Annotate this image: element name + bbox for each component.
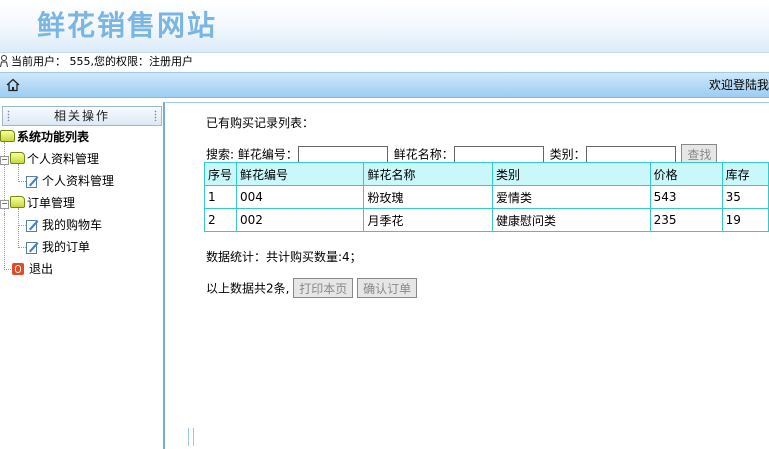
sidebar-item-label: 我的订单: [42, 240, 91, 254]
table-cell: 爱情类: [491, 185, 651, 209]
column-header: 鲜花编号: [235, 162, 365, 186]
tree-line: [18, 208, 19, 248]
divider: [166, 102, 769, 103]
tree-group-label: 订单管理: [27, 196, 76, 210]
search-bar: 搜索: 鲜花编号： 鲜花名称： 类别： 查找: [206, 144, 718, 164]
tree-line: [18, 225, 26, 226]
purchase-table: 序号 鲜花编号 鲜花名称 类别 价格 库存 1 004 粉玫瑰 爱情类 543 …: [204, 162, 769, 232]
scrollbar[interactable]: [188, 428, 194, 446]
tree-line: [4, 269, 11, 270]
edit-document-icon: [26, 220, 39, 232]
table-cell: 健康慰问类: [491, 208, 651, 232]
table-cell: 2: [204, 208, 237, 232]
grip-icon: [7, 110, 10, 121]
table-cell: 月季花: [363, 208, 493, 232]
tree-line: [18, 247, 26, 248]
collapse-icon[interactable]: −: [0, 156, 9, 165]
edit-document-icon: [26, 242, 39, 254]
grip-icon: [154, 110, 157, 121]
home-icon[interactable]: [6, 78, 20, 92]
print-button[interactable]: 打印本页: [293, 278, 354, 298]
flower-code-input[interactable]: [297, 145, 388, 163]
tree-group-label: 个人资料管理: [27, 152, 100, 166]
name-label: 鲜花名称：: [393, 147, 454, 162]
column-header: 库存: [721, 162, 769, 186]
table-row: 2 002 月季花 健康慰问类 235 19: [204, 208, 769, 232]
sidebar: 相关操作 系统功能列表 − 个人资料管理 个人资料管理 − 订单管理 我的购物车…: [0, 102, 165, 449]
tree-line: [4, 214, 5, 270]
sidebar-item-label: 个人资料管理: [42, 174, 115, 188]
table-cell: 004: [235, 185, 365, 209]
nav-bar: 欢迎登陆我: [0, 72, 769, 98]
tree-root-label: 系统功能列表: [17, 130, 90, 144]
column-header: 类别: [491, 162, 651, 186]
sidebar-item-label: 我的购物车: [42, 218, 103, 232]
folder-icon: [10, 152, 25, 164]
user-icon: [0, 55, 8, 68]
column-header: 序号: [204, 162, 237, 186]
panel-title: 相关操作: [53, 109, 110, 123]
folder-icon: [0, 130, 15, 142]
search-label: 搜索:: [206, 147, 235, 162]
collapse-icon[interactable]: −: [0, 200, 9, 209]
site-title: 鲜花销售网站: [37, 9, 218, 42]
tree-group-orders[interactable]: − 订单管理: [0, 194, 75, 212]
table-header-row: 序号 鲜花编号 鲜花名称 类别 价格 库存: [204, 162, 769, 186]
page-header: 鲜花销售网站: [0, 0, 769, 52]
sidebar-item-label: 退出: [29, 262, 54, 276]
sidebar-item-profile[interactable]: 个人资料管理: [26, 172, 114, 190]
list-title: 已有购买记录列表：: [206, 116, 315, 130]
table-cell: 1: [204, 185, 237, 209]
edit-document-icon: [26, 176, 39, 188]
folder-icon: [10, 196, 25, 208]
table-row: 1 004 粉玫瑰 爱情类 543 35: [204, 185, 769, 209]
type-label: 类别：: [549, 147, 586, 162]
power-icon: [12, 263, 24, 275]
table-cell: 543: [649, 185, 723, 209]
flower-type-input[interactable]: [585, 145, 676, 163]
welcome-text: 欢迎登陆我: [708, 78, 769, 92]
confirm-order-button[interactable]: 确认订单: [357, 278, 418, 298]
table-cell: 002: [235, 208, 365, 232]
code-label: 鲜花编号：: [237, 147, 298, 162]
user-info-bar: 当前用户： 555,您的权限：注册用户: [0, 52, 769, 71]
column-header: 鲜花名称: [363, 162, 493, 186]
user-info-text: 当前用户： 555,您的权限：注册用户: [11, 55, 193, 68]
flower-name-input[interactable]: [453, 145, 544, 163]
table-cell: 35: [721, 185, 769, 209]
table-cell: 235: [649, 208, 723, 232]
table-cell: 粉玫瑰: [363, 185, 493, 209]
tree-line: [18, 181, 26, 182]
column-header: 价格: [649, 162, 723, 186]
sidebar-item-orders[interactable]: 我的订单: [26, 238, 90, 256]
footer-actions: 以上数据共2条, 打印本页 确认订单: [206, 278, 418, 298]
panel-header: 相关操作: [2, 106, 162, 126]
sidebar-item-cart[interactable]: 我的购物车: [26, 216, 102, 234]
record-count-text: 以上数据共2条,: [206, 281, 290, 296]
tree-root[interactable]: 系统功能列表: [0, 128, 89, 146]
purchase-stats: 数据统计：共计购买数量:4；: [206, 250, 362, 264]
tree-group-profile[interactable]: − 个人资料管理: [0, 150, 99, 168]
search-button[interactable]: 查找: [681, 144, 718, 164]
sidebar-item-exit[interactable]: 退出: [12, 260, 53, 278]
main-content: 已有购买记录列表： 搜索: 鲜花编号： 鲜花名称： 类别： 查找 序号 鲜花编号…: [166, 102, 769, 449]
table-cell: 19: [721, 208, 769, 232]
